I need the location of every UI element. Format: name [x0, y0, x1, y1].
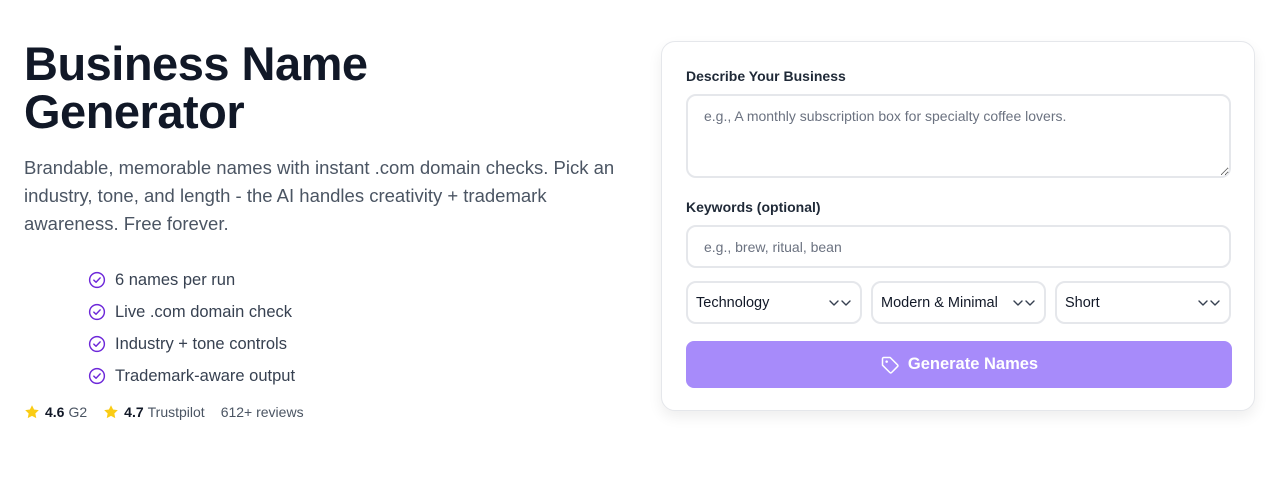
tone-select[interactable]: Modern & Minimal: [871, 281, 1046, 324]
reviews-count: 612+ reviews: [220, 404, 304, 420]
hero-section: Business Name Generator Brandable, memor…: [24, 40, 624, 392]
check-circle-icon: [88, 303, 106, 321]
tag-icon: [881, 356, 899, 374]
trustpilot-score: 4.7: [124, 404, 144, 420]
industry-select[interactable]: Technology: [686, 281, 862, 324]
feature-label: Industry + tone controls: [115, 334, 287, 353]
keywords-input[interactable]: [686, 225, 1231, 268]
check-circle-icon: [88, 367, 106, 385]
rating-g2: 4.6 G2: [24, 404, 87, 420]
length-select[interactable]: Short: [1055, 281, 1231, 324]
feature-item: 6 names per run: [88, 264, 624, 296]
feature-item: Industry + tone controls: [88, 328, 624, 360]
chevron-down-icon: [1197, 297, 1221, 309]
generate-names-button[interactable]: Generate Names: [686, 341, 1232, 388]
generate-names-label: Generate Names: [907, 355, 1039, 373]
business-description-input[interactable]: [686, 94, 1231, 178]
trustpilot-label: Trustpilot: [147, 404, 205, 420]
check-circle-icon: [88, 335, 106, 353]
hero-description: Brandable, memorable names with instant …: [24, 157, 615, 234]
feature-label: Trademark-aware output: [115, 366, 296, 385]
chevron-down-icon: [1012, 297, 1036, 309]
tone-select-value: Modern & Minimal: [881, 294, 998, 311]
star-icon: [25, 405, 39, 419]
rating-trustpilot: 4.7 Trustpilot: [103, 404, 205, 420]
generator-form-card: Describe Your Business Keywords (optiona…: [661, 41, 1255, 411]
keywords-label: Keywords (optional): [686, 199, 821, 215]
page-title: Business Name Generator: [24, 37, 368, 138]
feature-item: Live .com domain check: [88, 296, 624, 328]
check-circle-icon: [88, 271, 106, 289]
feature-label: 6 names per run: [115, 270, 236, 289]
feature-label: Live .com domain check: [115, 302, 292, 321]
chevron-down-icon: [828, 297, 852, 309]
feature-list: 6 names per run Live .com domain check I…: [88, 264, 624, 392]
g2-score: 4.6: [45, 404, 65, 420]
g2-label: G2: [68, 404, 88, 420]
star-icon: [104, 405, 118, 419]
ratings-bar: 4.6 G2 4.7 Trustpilot 612+ reviews: [24, 404, 304, 420]
describe-label: Describe Your Business: [686, 68, 846, 84]
length-select-value: Short: [1065, 294, 1100, 311]
industry-select-value: Technology: [696, 294, 770, 311]
feature-item: Trademark-aware output: [88, 360, 624, 392]
